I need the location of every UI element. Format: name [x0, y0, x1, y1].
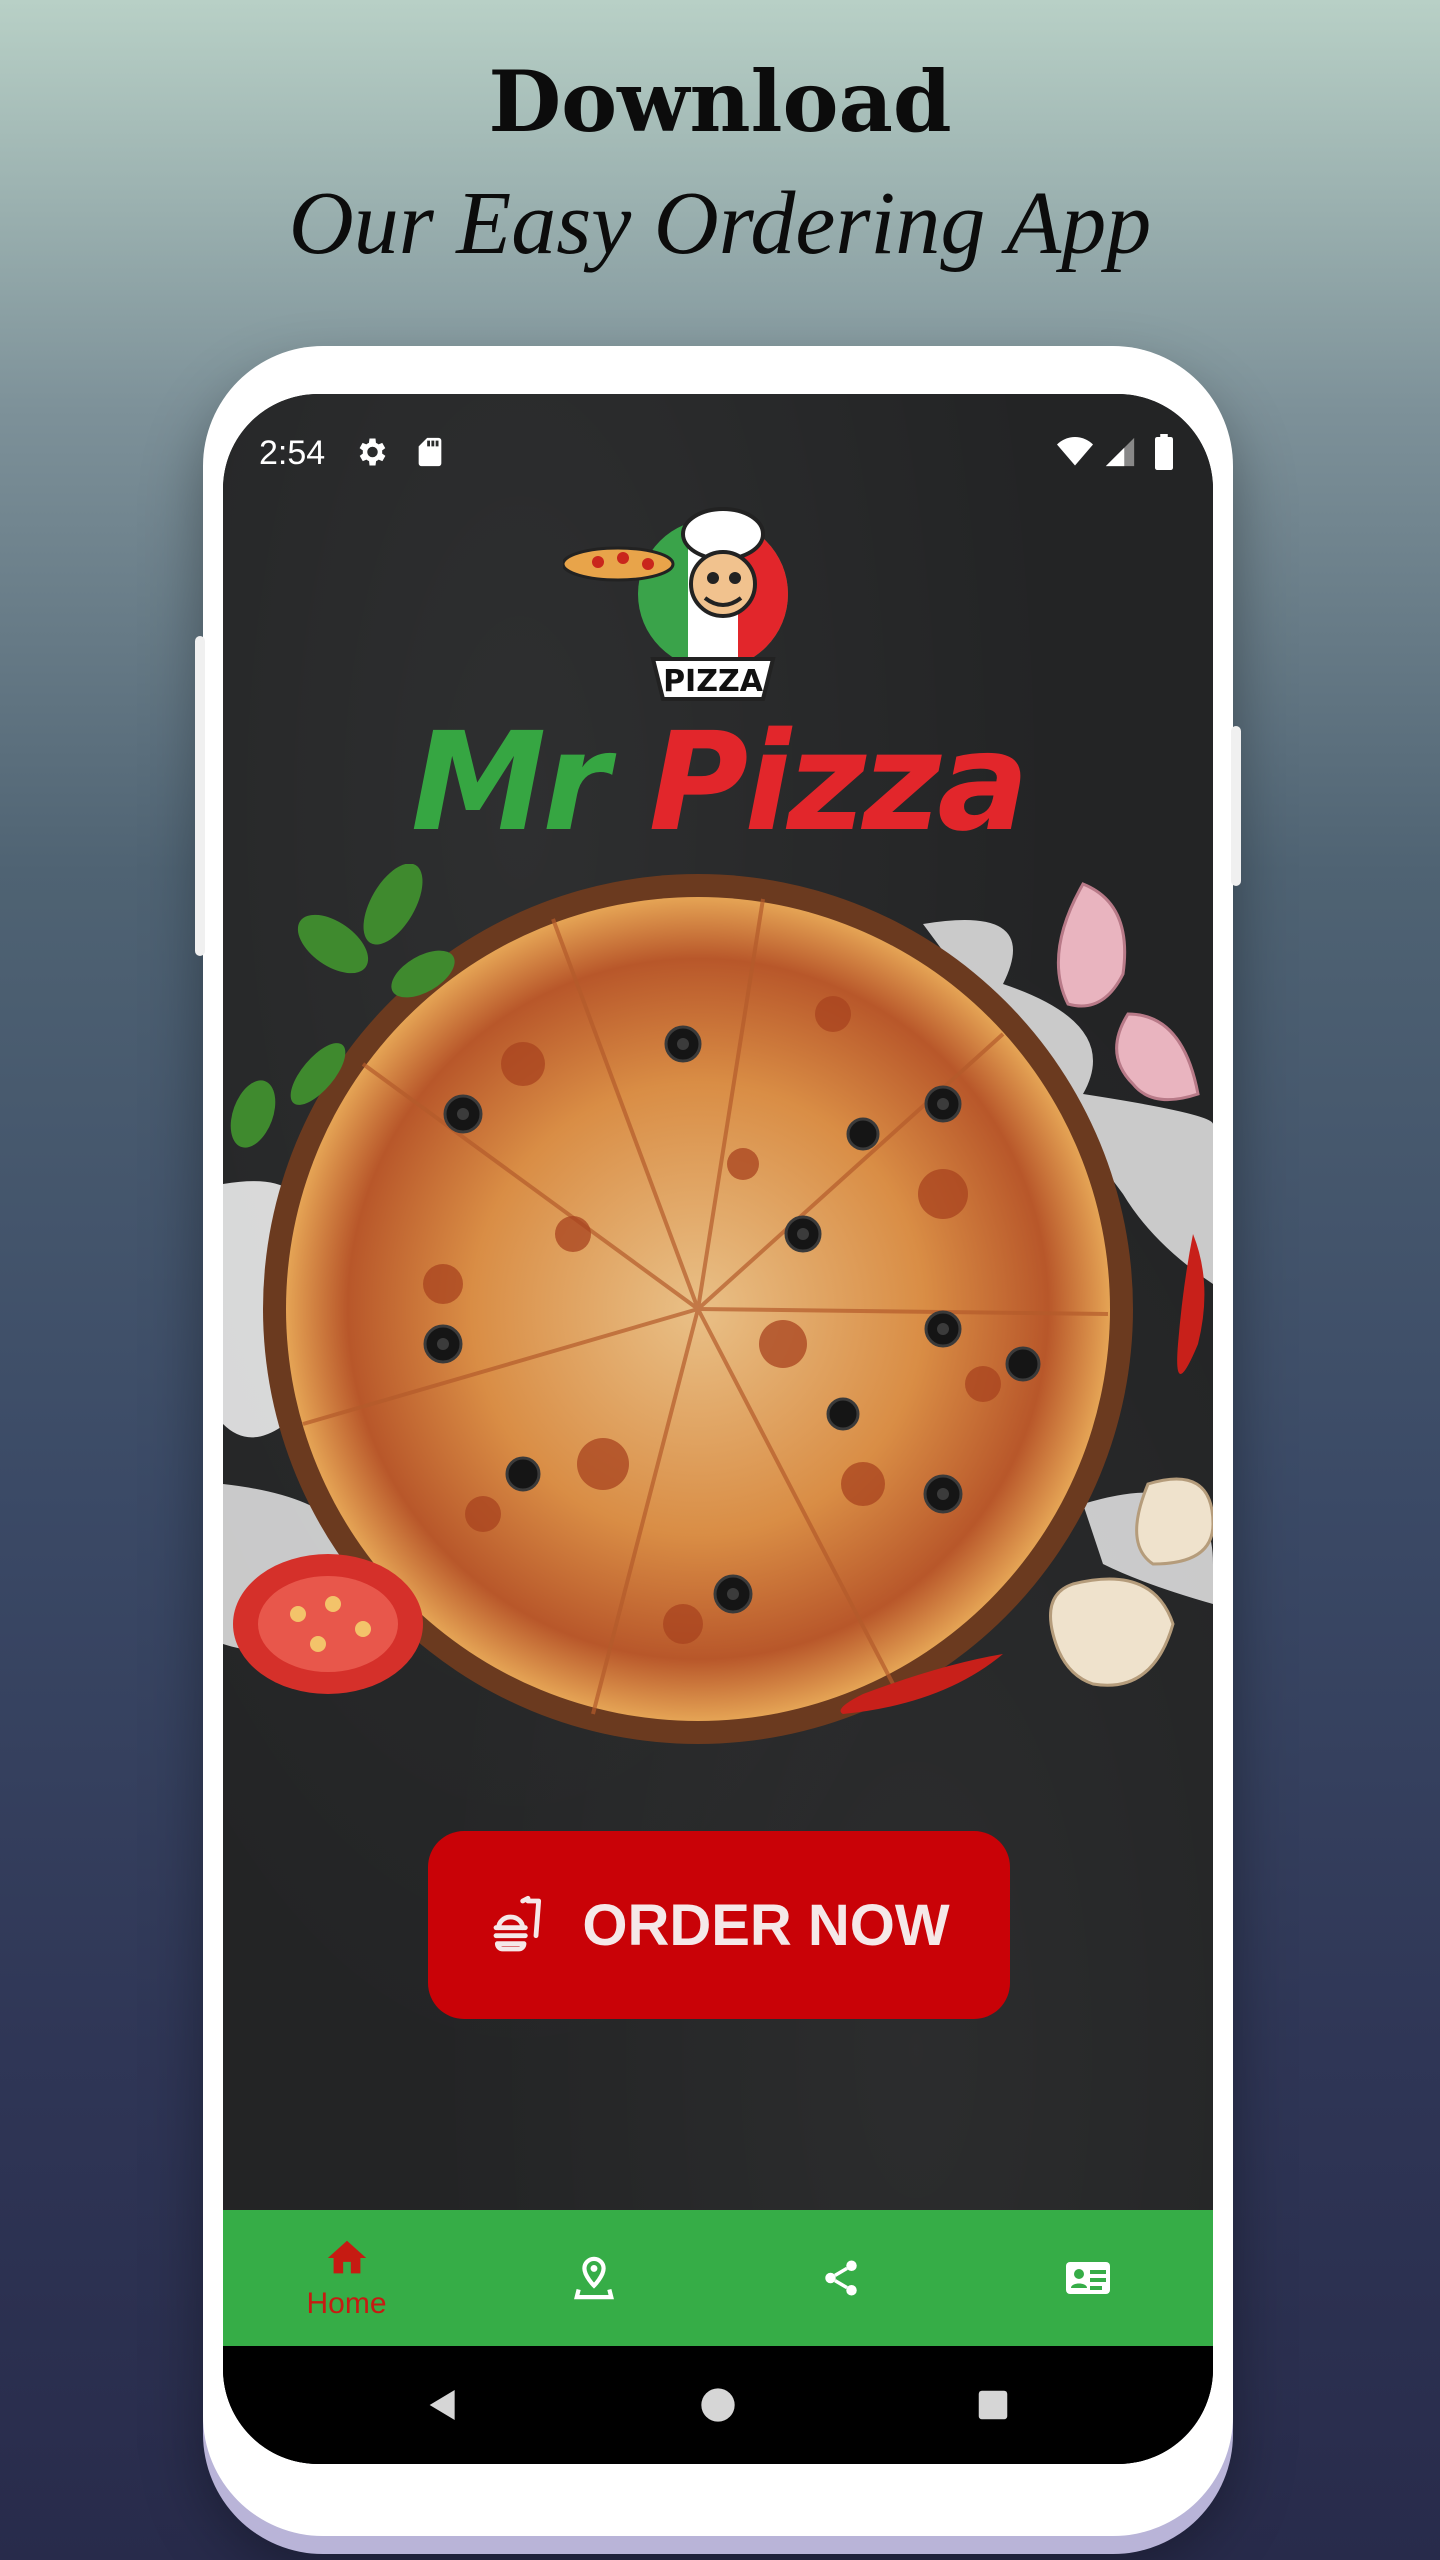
- system-home-button[interactable]: [658, 2346, 778, 2464]
- brand-second: Pizza: [648, 704, 1029, 862]
- volume-button: [195, 636, 205, 956]
- phone-frame: 2:54 PIZZA Mr Pizza ORDER NOW Home: [195, 346, 1241, 2536]
- logo-badge-text: PIZZA: [663, 664, 764, 699]
- nav-item-location[interactable]: [470, 2210, 717, 2346]
- wifi-icon: [1055, 434, 1095, 475]
- nav-item-home[interactable]: Home: [223, 2210, 470, 2346]
- fast-food-icon: [493, 1895, 542, 1952]
- sd-card-icon: [413, 434, 447, 475]
- share-icon: [824, 2260, 857, 2296]
- promo-subheadline: Our Easy Ordering App: [288, 174, 1152, 273]
- power-button: [1231, 726, 1241, 886]
- location-icon: [573, 2256, 614, 2300]
- chef-logo: PIZZA: [561, 494, 843, 704]
- pizza-hero-image: [223, 863, 1213, 1864]
- order-now-button[interactable]: ORDER NOW: [428, 1831, 1010, 2019]
- phone-screen: 2:54 PIZZA Mr Pizza ORDER NOW Home: [223, 394, 1213, 2464]
- system-back-button[interactable]: [383, 2346, 503, 2464]
- bottom-navigation: Home: [223, 2210, 1213, 2346]
- system-recents-button[interactable]: [933, 2346, 1053, 2464]
- system-navigation-bar: [223, 2346, 1213, 2464]
- nav-label-home: Home: [306, 2287, 387, 2320]
- brand-first: Mr: [410, 704, 609, 862]
- recents-icon: [978, 2390, 1008, 2420]
- battery-icon: [1153, 434, 1175, 475]
- nav-item-contact[interactable]: [964, 2210, 1211, 2346]
- promo-headline: Download: [488, 52, 952, 151]
- back-icon: [429, 2390, 455, 2420]
- brand-title: Mr Pizza: [223, 704, 1213, 862]
- home-circle-icon: [701, 2388, 735, 2422]
- status-time: 2:54: [259, 434, 326, 472]
- home-icon: [327, 2240, 366, 2274]
- contact-card-icon: [1065, 2262, 1110, 2294]
- order-now-label: ORDER NOW: [582, 1892, 950, 1958]
- gear-icon: [353, 434, 389, 475]
- signal-icon: [1103, 434, 1137, 475]
- nav-item-share[interactable]: [717, 2210, 964, 2346]
